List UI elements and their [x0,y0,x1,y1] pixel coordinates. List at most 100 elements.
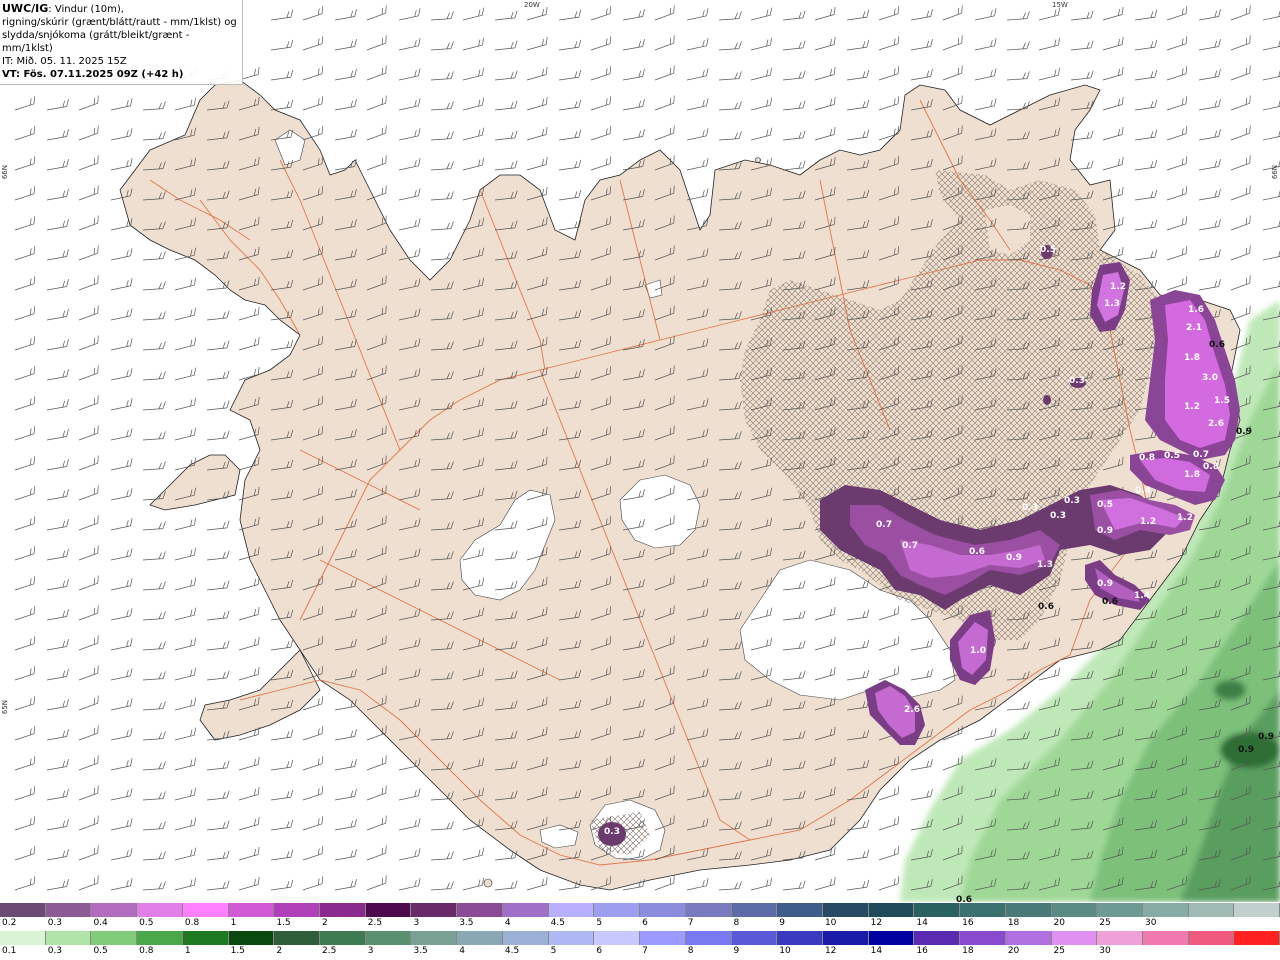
colorbar-swatch [1005,931,1052,945]
colorbar-swatch [1234,931,1280,945]
colorbar-label: 9 [733,946,740,956]
precip-label: 0.3 [604,827,620,837]
colorbar-label: 30 [1144,918,1157,928]
colorbar-swatch [731,903,778,917]
precip-label: 1.2 [1184,402,1200,412]
precip-label: 0.9 [1097,526,1113,536]
colorbar-swatch [960,903,1006,917]
colorbar-swatch [320,931,366,945]
precip-label: 1.3 [1037,560,1053,570]
colorbar-swatch [365,931,412,945]
precip-label: 0.6 [1102,597,1118,607]
lat-label-66n-right: 66N [1271,165,1279,180]
precip-label: 1.5 [1214,396,1230,406]
colorbar-label: 6 [596,946,603,956]
precip-label: 0.9 [1238,745,1254,755]
precip-label: 0.8 [1139,453,1155,463]
precip-label: 2.6 [904,705,920,715]
precip-label: 0.7 [902,541,918,551]
colorbar-swatch [685,903,732,917]
colorbar-swatch [182,903,229,917]
colorbar-label: 2.5 [322,946,337,956]
colorbar-label: 0.2 [2,918,17,928]
colorbar-rain-labels: 0.1 0.3 0.5 0.8 1 1.5 2 2.5 3 3.5 4 4.5 5 6 7 8 9 10 12 14 1… [0,946,1280,958]
colorbar-swatch [777,931,823,945]
colorbar-swatch [1234,903,1280,917]
colorbar-label: 10 [779,946,791,956]
colorbar-label: 1 [184,946,191,956]
colorbar-label: 5 [596,918,603,928]
colorbar-label: 0.5 [93,946,108,956]
precip-label: 0.8 [1203,462,1219,472]
colorbar-swatch [868,931,915,945]
colorbar-swatch [45,931,92,945]
colorbar-swatch [228,931,275,945]
colorbar-swatch [502,931,549,945]
colorbar-label: 5 [550,946,557,956]
colorbar-swatch [411,931,458,945]
colorbar-label: 2 [322,918,328,928]
colorbar-label: 0.4 [93,918,108,928]
colorbar-snow-labels: 0.2 0.3 0.4 0.5 0.8 1 1.5 2 2.5 3 3.5 4 4.5 5 6 7 8 9 10 12… [0,918,1280,930]
colorbar-swatch [457,903,503,917]
colorbar-label [1189,918,1235,930]
colorbar-label: 18 [1007,918,1020,928]
colorbar-label: 1.5 [230,946,245,956]
title-line-3: slydda/snjókoma (grátt/bleikt/grænt - mm… [2,30,190,54]
colorbar-label: 0.3 [47,918,63,928]
colorbar-swatch [365,903,412,917]
colorbar-label: 20 [1053,918,1065,928]
colorbar-swatch [960,931,1006,945]
init-time: IT: Mið. 05. 11. 2025 15Z [2,56,127,67]
colorbar-swatch [1097,931,1143,945]
precip-label: 0.5 [1097,500,1113,510]
colorbar-swatch [137,931,183,945]
lon-label-15w: 15W [1052,1,1068,9]
colorbar-swatch [640,903,686,917]
colorbar-swatch [1188,903,1235,917]
colorbar-swatch [914,931,961,945]
precip-label: 1.8 [1184,470,1200,480]
colorbar-swatch [1142,931,1189,945]
colorbar-swatch [822,903,869,917]
precip-label: 1.4 [1134,591,1150,601]
colorbar-swatch [457,931,503,945]
weather-map-view: 1.2 1.3 0.5 1.6 2.1 0.6 1.8 3.0 1.5 1.2 2.6 0.9 0.3 0… [0,0,1280,960]
colorbar-label: 16 [962,918,974,928]
precip-label: 0.3 [1069,376,1085,386]
colorbar-swatch [274,903,321,917]
precip-label: 3.0 [1202,373,1218,383]
precip-label: 0.3 [1050,511,1066,521]
map-title-box: UWC/IG: Vindur (10m), rigning/skúrir (gr… [0,0,243,85]
model-name: UWC/IG [2,2,49,15]
precip-label: 0.3 [1064,496,1080,506]
colorbar-label: 4 [504,918,511,928]
colorbar-label: 4.5 [550,918,565,928]
precip-label: 0.7 [876,520,892,530]
colorbar-label: 0.8 [139,946,154,956]
colorbar-label: 7 [687,918,694,928]
colorbar-swatch [502,903,549,917]
precip-label: 0.6 [956,895,972,902]
colorbar-label: 3 [367,946,374,956]
colorbar-snow [0,903,1280,917]
precip-label: 1.8 [1184,353,1200,363]
colorbar-label [1234,918,1280,930]
colorbar-swatch [91,931,138,945]
colorbar-label: 0.5 [139,918,154,928]
colorbar-rain [0,931,1280,945]
precip-label: 1.2 [1177,513,1193,523]
precip-label: 0.9 [1097,579,1113,589]
colorbar-swatch [274,931,321,945]
colorbar-label: 16 [916,946,928,956]
colorbar-swatch [548,931,595,945]
precip-label: 0.6 [969,547,985,557]
colorbar-label: 20 [1007,946,1020,956]
lon-label-20w: 20W [524,1,540,9]
colorbar-label: 30 [1099,946,1111,956]
colorbar-swatch [91,903,138,917]
colorbar-swatch [548,903,595,917]
precip-label: 2.1 [1186,323,1202,333]
colorbar-label: 0.1 [2,946,17,956]
colorbar-swatch [1005,903,1052,917]
